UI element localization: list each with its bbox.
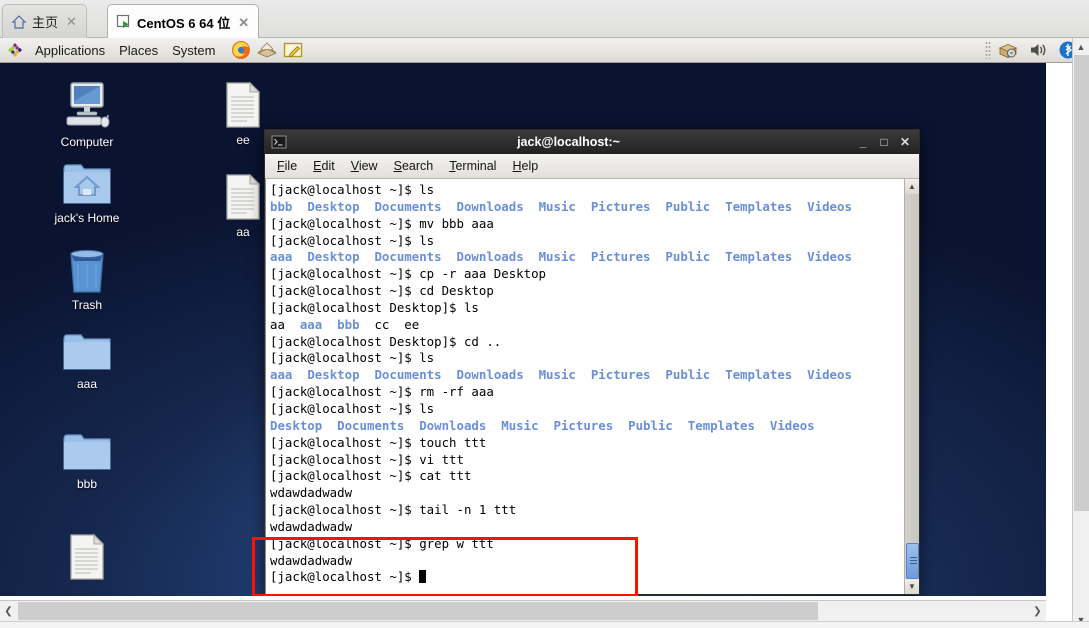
menu-item-help[interactable]: Help bbox=[504, 154, 546, 179]
centos-logo-icon[interactable] bbox=[4, 39, 26, 61]
menu-item-terminal[interactable]: Terminal bbox=[441, 154, 504, 179]
gnome-top-panel: Applications Places System bbox=[0, 38, 1089, 63]
browser-tab-centos[interactable]: CentOS 6 64 位 ✕ bbox=[107, 4, 260, 39]
terminal-command-line: [jack@localhost ~]$ rm -rf aaa bbox=[270, 384, 494, 400]
terminal-output-line: wdawdadwadw bbox=[270, 552, 353, 568]
scroll-up-arrow-icon[interactable]: ▲ bbox=[904, 179, 919, 194]
folder-icon bbox=[63, 334, 111, 370]
computer-icon bbox=[66, 82, 110, 128]
maximize-button[interactable]: □ bbox=[876, 134, 892, 150]
terminal-command-line: [jack@localhost ~]$ tail -n 1 ttt bbox=[270, 502, 517, 518]
page-horizontal-scrollbar[interactable]: ❮ ❯ bbox=[0, 600, 1046, 621]
panel-menu-system[interactable]: System bbox=[165, 38, 222, 63]
terminal-scrollbar[interactable]: ▲ ▼ bbox=[904, 179, 919, 594]
text-editor-icon[interactable] bbox=[282, 39, 304, 61]
terminal-command-line: [jack@localhost ~]$ cat ttt bbox=[270, 468, 472, 484]
minimize-button[interactable]: _ bbox=[855, 134, 871, 150]
desktop-icon-label: Trash bbox=[71, 298, 103, 312]
menu-item-view[interactable]: View bbox=[343, 154, 386, 179]
page-horizontal-scrollbar-thumb[interactable] bbox=[18, 602, 818, 620]
close-icon[interactable]: ✕ bbox=[235, 16, 252, 29]
desktop-icon-label: aa bbox=[236, 225, 250, 239]
browser-tab-strip: 主页 ✕ CentOS 6 64 位 ✕ bbox=[0, 0, 1089, 39]
terminal-output-line: aaa Desktop Documents Downloads Music Pi… bbox=[270, 249, 852, 265]
terminal-output-line: Desktop Documents Downloads Music Pictur… bbox=[270, 417, 815, 433]
terminal-output-line: aa aaa bbb cc ee bbox=[270, 316, 420, 332]
terminal-output-line: wdawdadwadw bbox=[270, 518, 353, 534]
desktop-icon-home[interactable]: jack's Home bbox=[39, 163, 135, 225]
terminal-output-line: bbb Desktop Documents Downloads Music Pi… bbox=[270, 198, 852, 214]
terminal-command-line: [jack@localhost ~]$ ls bbox=[270, 400, 435, 416]
firefox-icon[interactable] bbox=[230, 39, 252, 61]
desktop-icon-label: Computer bbox=[60, 135, 114, 149]
terminal-command-line: [jack@localhost ~]$ mv bbb aaa bbox=[270, 215, 494, 231]
terminal-command-line: [jack@localhost ~]$ ls bbox=[270, 182, 435, 197]
document-icon bbox=[226, 173, 261, 220]
document-icon bbox=[226, 81, 261, 128]
terminal-icon bbox=[271, 134, 287, 150]
browser-status-bar bbox=[0, 621, 1089, 628]
browser-tab-label: 主页 bbox=[32, 15, 59, 30]
terminal-menu-bar: File Edit View Search Terminal Help bbox=[265, 154, 919, 179]
terminal-scrollbar-thumb[interactable] bbox=[905, 543, 919, 579]
tray-grip-handle[interactable] bbox=[985, 41, 991, 59]
desktop-icon-label: bbb bbox=[76, 477, 98, 491]
vm-window-icon bbox=[116, 14, 132, 30]
panel-menu-places[interactable]: Places bbox=[112, 38, 165, 63]
desktop-icon-label: jack's Home bbox=[54, 211, 120, 225]
scroll-down-arrow-icon[interactable]: ▼ bbox=[904, 579, 919, 594]
terminal-command-line: [jack@localhost Desktop]$ ls bbox=[270, 299, 479, 315]
close-button[interactable]: ✕ bbox=[897, 134, 913, 150]
home-folder-icon bbox=[63, 164, 111, 204]
menu-item-file[interactable]: File bbox=[269, 154, 305, 179]
package-update-icon[interactable] bbox=[997, 39, 1019, 61]
terminal-command-line: [jack@localhost ~]$ touch ttt bbox=[270, 434, 487, 450]
screen: 主页 ✕ CentOS 6 64 位 ✕ Applications Places… bbox=[0, 0, 1089, 628]
desktop-icon-folder-aaa[interactable]: aaa bbox=[39, 333, 135, 391]
trash-icon bbox=[70, 249, 104, 293]
terminal-command-line: [jack@localhost ~]$ grep w ttt bbox=[270, 535, 494, 551]
page-scroll-left-icon[interactable]: ❮ bbox=[0, 601, 17, 621]
terminal-command-line: [jack@localhost Desktop]$ cd .. bbox=[270, 333, 502, 349]
page-vertical-scrollbar-thumb[interactable] bbox=[1074, 55, 1089, 511]
terminal-title-bar[interactable]: jack@localhost:~ _ □ ✕ bbox=[265, 130, 919, 154]
terminal-output-line: aaa Desktop Documents Downloads Music Pi… bbox=[270, 367, 852, 383]
terminal-command-line: [jack@localhost ~]$ cp -r aaa Desktop bbox=[270, 266, 547, 282]
folder-icon bbox=[63, 434, 111, 470]
evolution-mail-icon[interactable] bbox=[256, 39, 278, 61]
terminal-command-line: [jack@localhost ~]$ ls bbox=[270, 350, 435, 366]
terminal-command-line: [jack@localhost ~]$ ls bbox=[270, 232, 435, 248]
desktop-icon-label: aaa bbox=[76, 377, 98, 391]
terminal-body[interactable]: [jack@localhost ~]$ ls bbb Desktop Docume… bbox=[265, 179, 919, 594]
page-scroll-right-icon[interactable]: ❯ bbox=[1029, 601, 1046, 621]
panel-menu-applications[interactable]: Applications bbox=[28, 38, 112, 63]
terminal-output-line: wdawdadwadw bbox=[270, 485, 353, 501]
menu-item-search[interactable]: Search bbox=[386, 154, 442, 179]
terminal-title-text: jack@localhost:~ bbox=[517, 135, 620, 149]
terminal-window[interactable]: jack@localhost:~ _ □ ✕ File Edit View Se… bbox=[264, 129, 920, 595]
page-scroll-up-icon[interactable]: ▲ bbox=[1073, 38, 1089, 55]
document-icon bbox=[70, 533, 105, 580]
terminal-scrollbar-track[interactable] bbox=[905, 194, 920, 579]
home-icon bbox=[11, 14, 27, 30]
menu-item-edit[interactable]: Edit bbox=[305, 154, 343, 179]
terminal-command-line: [jack@localhost ~]$ cd Desktop bbox=[270, 283, 494, 299]
browser-tab-label: CentOS 6 64 位 bbox=[137, 15, 231, 31]
desktop-icon-document-unlabeled[interactable] bbox=[39, 533, 135, 585]
desktop-icon-computer[interactable]: Computer bbox=[39, 81, 135, 149]
volume-icon[interactable] bbox=[1027, 39, 1049, 61]
desktop-icon-trash[interactable]: Trash bbox=[39, 248, 135, 312]
desktop-icon-folder-bbb[interactable]: bbb bbox=[39, 433, 135, 491]
close-icon[interactable]: ✕ bbox=[63, 15, 80, 28]
page-vertical-scrollbar[interactable]: ▲ ▼ bbox=[1072, 38, 1089, 628]
browser-tab-home[interactable]: 主页 ✕ bbox=[2, 4, 87, 38]
desktop-area[interactable]: Computer jack's Home Trash aaa bbb ee aa… bbox=[0, 63, 1046, 596]
desktop-icon-label: ee bbox=[236, 133, 250, 147]
terminal-output[interactable]: [jack@localhost ~]$ ls bbb Desktop Docume… bbox=[266, 179, 904, 594]
terminal-command-line: [jack@localhost ~]$ vi ttt bbox=[270, 451, 464, 467]
terminal-command-line: [jack@localhost ~]$ bbox=[270, 569, 904, 586]
